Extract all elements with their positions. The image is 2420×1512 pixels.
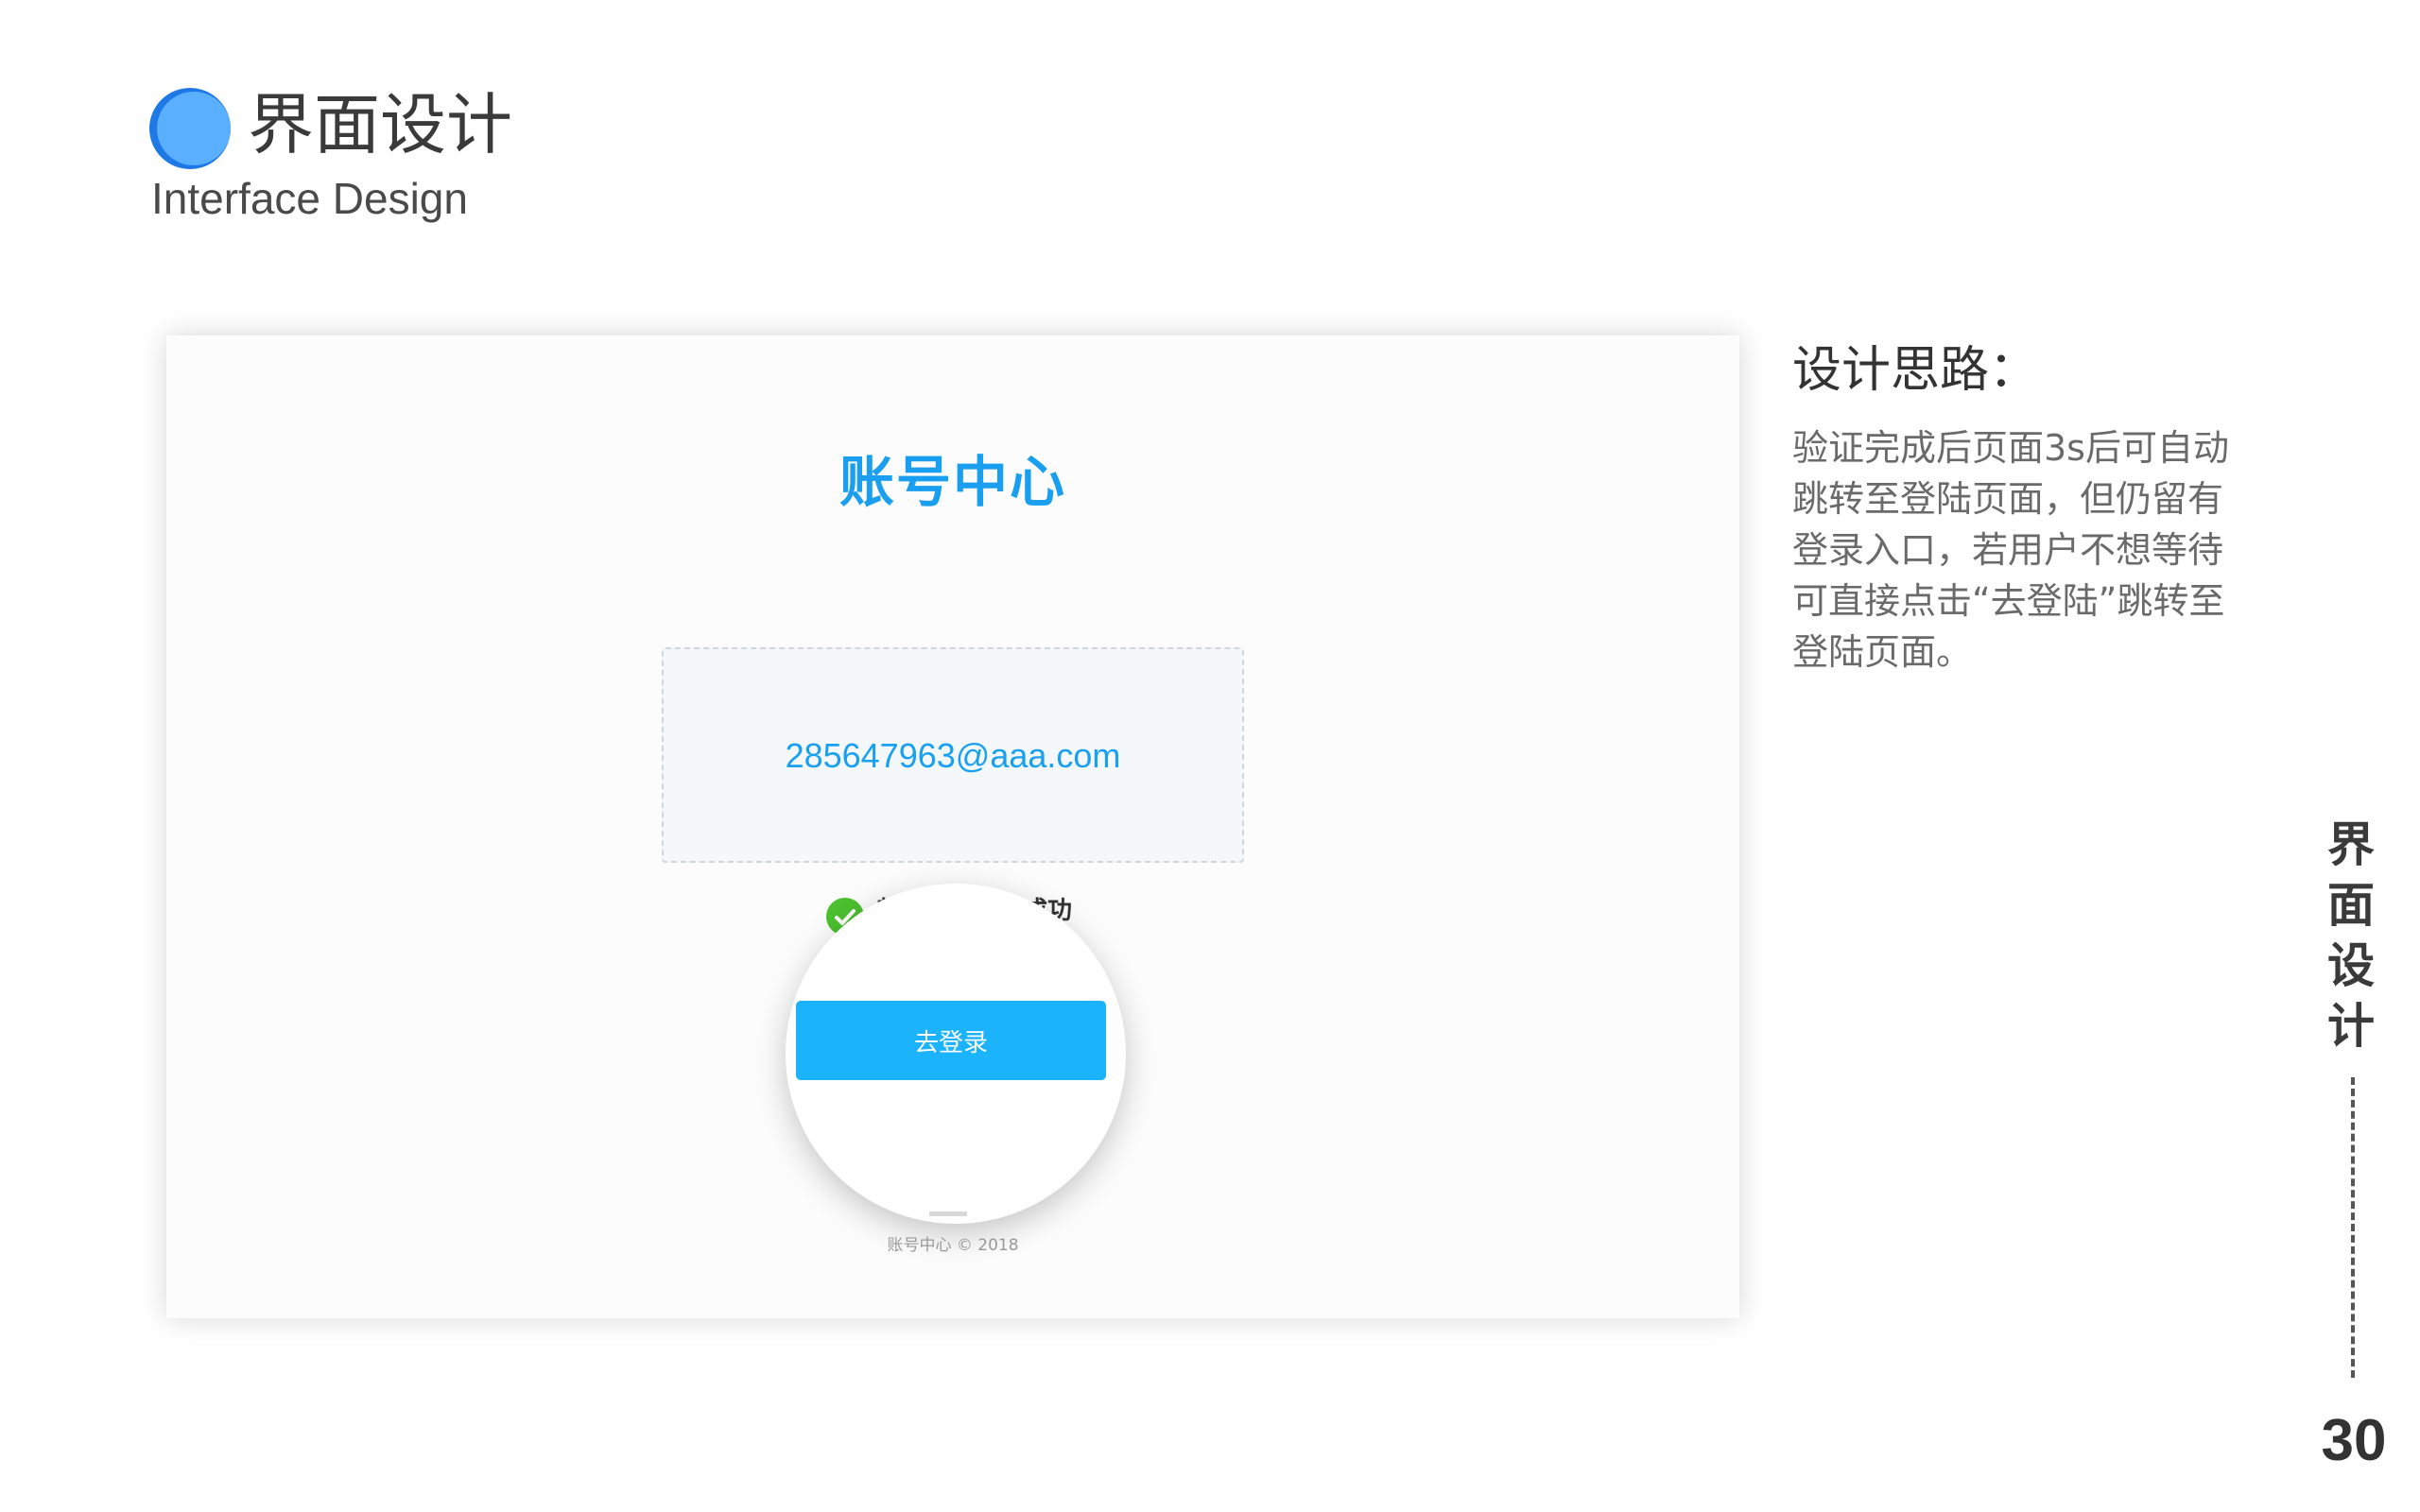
email-display-box: 285647963@aaa.com <box>662 647 1244 863</box>
app-logo: 账号中心 <box>838 450 1066 514</box>
slide-title: 界面设计 <box>248 86 512 163</box>
page-number: 30 <box>2321 1408 2387 1473</box>
description-line: 可直接点击“去登陆”跳转至 <box>1792 580 2225 622</box>
copyright-footer: 账号中心 © 2018 <box>887 1236 1019 1255</box>
divider <box>929 1211 967 1216</box>
description-line: 登陆页面。 <box>1792 631 1973 673</box>
go-login-button[interactable]: 去登录 <box>796 1001 1106 1080</box>
description-line: 验证完成后页面3s后可自动 <box>1792 427 2229 469</box>
side-section-label: 界面设计 <box>2327 817 2375 1054</box>
slide-subtitle: Interface Design <box>151 174 468 223</box>
vertical-divider <box>2351 1077 2355 1378</box>
magnifier-lens: 去登录 <box>786 884 1126 1224</box>
email-address: 285647963@aaa.com <box>785 736 1121 775</box>
description-line: 跳转至登陆页面，但仍留有 <box>1792 478 2224 520</box>
description-line: 登录入口，若用户不想等待 <box>1792 529 2224 571</box>
logo-circle-icon <box>149 88 231 169</box>
design-heading: 设计思路： <box>1792 342 2039 399</box>
screenshot-mockup: 账号中心 285647963@aaa.com 恭喜你，注册成功 去登录 账号中心… <box>166 335 1739 1318</box>
